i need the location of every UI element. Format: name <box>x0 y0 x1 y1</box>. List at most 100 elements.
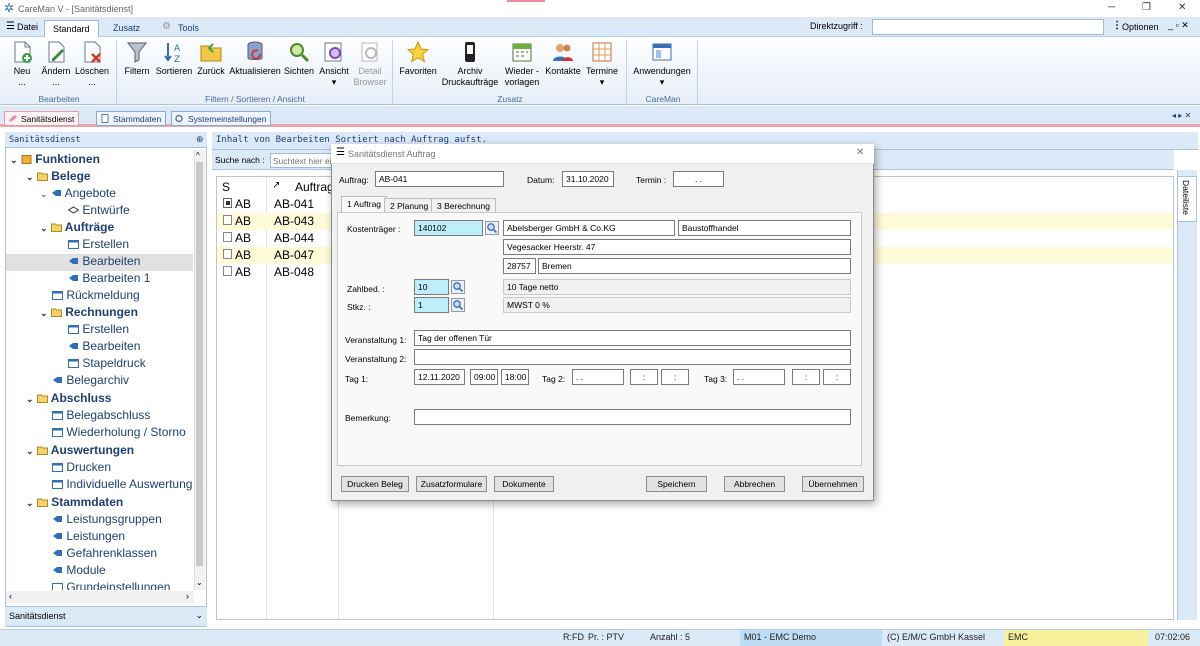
termin-field[interactable]: . . <box>673 171 724 187</box>
tree-node-stammdaten[interactable]: ⌄ Stammdaten <box>26 495 123 509</box>
zurueck-button[interactable]: Zurück <box>194 40 228 77</box>
pin-icon[interactable]: ⊕ <box>196 134 204 145</box>
tree-node-abschluss[interactable]: ⌄ Abschluss <box>26 391 111 405</box>
navigation-panel-footer[interactable]: Sanitätsdienst ⌄ <box>5 606 207 626</box>
tree-node-stapeldruck[interactable]: Stapeldruck <box>68 356 146 370</box>
direktzugriff-input[interactable] <box>872 19 1104 35</box>
minimize-icon[interactable]: ─ <box>1108 2 1115 13</box>
tab-scroll-arrows-icon[interactable]: ◂ ▸ ✕ <box>1172 111 1191 120</box>
tree-node-funktionen[interactable]: ⌄ Funktionen <box>10 152 100 166</box>
doc-tab-systemeinstellungen[interactable]: Systemeinstellungen <box>171 111 272 126</box>
neu-button[interactable]: Neu... <box>6 40 38 88</box>
anwendungen-button[interactable]: Anwendungen ▾ <box>630 40 694 88</box>
tab-berechnung[interactable]: 3 Berechnung <box>431 198 496 213</box>
loeschen-button[interactable]: Löschen... <box>74 40 110 88</box>
tag2-date-field[interactable]: . . <box>572 369 624 385</box>
detail-browser-button[interactable]: Detail Browser <box>352 40 388 88</box>
kontakte-button[interactable]: Kontakte <box>543 40 583 77</box>
tree-node-leistungsgruppen[interactable]: Leistungsgruppen <box>52 512 162 526</box>
tab-standard[interactable]: Standard <box>44 20 99 37</box>
abbrechen-button[interactable]: Abbrechen <box>724 476 785 492</box>
close-icon[interactable]: ✕ <box>1178 2 1186 13</box>
tree-node-individuelle-auswertung[interactable]: Individuelle Auswertung <box>52 477 192 491</box>
auftrag-field[interactable]: AB-041 <box>375 171 504 187</box>
scroll-right-icon[interactable]: › <box>186 591 189 601</box>
tree-node-grundeinstellungen[interactable]: Grundeinstellungen <box>52 580 170 590</box>
ansicht-button[interactable]: Ansicht ▾ <box>316 40 352 88</box>
tab-auftrag[interactable]: 1 Auftrag <box>341 196 388 213</box>
favoriten-button[interactable]: Favoriten <box>396 40 440 77</box>
tree-node-belegabschluss[interactable]: Belegabschluss <box>52 408 150 422</box>
tree-node-angebote[interactable]: ⌄ Angebote <box>40 186 116 200</box>
tree-node-rueckmeldung[interactable]: Rückmeldung <box>52 288 140 302</box>
uebernehmen-button[interactable]: Übernehmen <box>802 476 864 492</box>
kunde-strasse-field[interactable]: Vegesacker Heerstr. 47 <box>503 239 851 255</box>
speichern-button[interactable]: Speichern <box>646 476 707 492</box>
termine-button[interactable]: Termine ▾ <box>583 40 621 88</box>
dateiliste-tab[interactable]: Dateiliste <box>1177 176 1197 222</box>
tag1-date-field[interactable]: 12.11.2020 <box>414 369 465 385</box>
tree-node-module[interactable]: Module <box>52 563 106 577</box>
stkz-search-icon[interactable] <box>451 298 465 312</box>
kostentraeger-field[interactable]: 140102 <box>414 220 483 236</box>
doc-tab-stammdaten[interactable]: Stammdaten <box>96 111 167 126</box>
kunde-name-field[interactable]: Abelsberger GmbH & Co.KG <box>503 220 675 236</box>
tree-node-rechnungen-bearbeiten[interactable]: Bearbeiten <box>68 339 140 353</box>
zusatzformulare-button[interactable]: Zusatzformulare <box>416 476 487 492</box>
column-header-s[interactable]: S <box>222 180 230 194</box>
scroll-left-icon[interactable]: ‹ <box>9 591 12 601</box>
tree-node-rechnungen[interactable]: ⌄ Rechnungen <box>40 305 138 319</box>
doc-tab-sanitaetsdienst[interactable]: Sanitätsdienst <box>4 111 80 126</box>
menu-datei[interactable]: Datei <box>17 22 38 32</box>
drucken-beleg-button[interactable]: Drucken Beleg <box>341 476 409 492</box>
tree-node-auftraege-bearbeiten[interactable]: Bearbeiten <box>68 254 140 268</box>
tree-node-wiederholung-storno[interactable]: Wiederholung / Storno <box>52 425 186 439</box>
tree-node-entwuerfe[interactable]: Entwürfe <box>68 203 130 217</box>
tree-hscrollbar[interactable] <box>6 591 194 603</box>
sichten-button[interactable]: Sichten <box>282 40 316 77</box>
veranstaltung2-field[interactable] <box>414 349 851 365</box>
tag3-to-field[interactable]: : <box>823 369 851 385</box>
sortieren-button[interactable]: AZ Sortieren <box>154 40 194 77</box>
tag1-to-field[interactable]: 18:00 <box>501 369 529 385</box>
filtern-button[interactable]: Filtern <box>120 40 154 77</box>
kunde-plz-field[interactable]: 28757 <box>503 258 536 274</box>
scroll-up-icon[interactable]: ^ <box>196 151 200 160</box>
hamburger-icon[interactable]: ☰ <box>6 21 15 32</box>
scroll-down-icon[interactable]: ⌄ <box>196 578 203 587</box>
tree-node-belege[interactable]: ⌄ Belege <box>26 169 91 183</box>
dialog-menu-icon[interactable]: ☰ <box>336 147 345 158</box>
tree-node-auftraege-bearbeiten-1[interactable]: Bearbeiten 1 <box>68 271 150 285</box>
stkz-field[interactable]: 1 <box>414 297 449 313</box>
tree-scrollbar-thumb[interactable] <box>196 162 203 566</box>
tab-zusatz[interactable]: Zusatz <box>105 20 148 37</box>
datum-field[interactable]: 31.10.2020 <box>562 171 614 187</box>
bemerkung-field[interactable] <box>414 409 851 425</box>
veranstaltung1-field[interactable]: Tag der offenen Tür <box>414 330 851 346</box>
aendern-button[interactable]: Ändern... <box>38 40 74 88</box>
tree-node-auswertungen[interactable]: ⌄ Auswertungen <box>26 443 134 457</box>
wiedervorlagen-button[interactable]: Wieder - vorlagen <box>500 40 544 88</box>
restore-icon[interactable]: ❐ <box>1142 2 1151 13</box>
mdi-window-controls[interactable]: _ ▫ ✕ <box>1168 20 1189 31</box>
tree-node-belegarchiv[interactable]: Belegarchiv <box>52 373 129 387</box>
zahlbed-field[interactable]: 10 <box>414 279 449 295</box>
search-input[interactable] <box>270 153 334 168</box>
tree-node-rechnungen-erstellen[interactable]: Erstellen <box>68 322 129 336</box>
tag3-from-field[interactable]: : <box>792 369 820 385</box>
column-header-auftrag[interactable]: Auftrag <box>295 180 334 194</box>
tag2-to-field[interactable]: : <box>661 369 689 385</box>
tab-planung[interactable]: 2 Planung <box>384 198 435 213</box>
kunde-branche-field[interactable]: Baustoffhandel <box>678 220 851 236</box>
dokumente-button[interactable]: Dokumente <box>494 476 554 492</box>
tag3-date-field[interactable]: . . <box>733 369 785 385</box>
kostentraeger-search-icon[interactable] <box>485 221 499 235</box>
tree-node-drucken[interactable]: Drucken <box>52 460 111 474</box>
tree-node-gefahrenklassen[interactable]: Gefahrenklassen <box>52 546 157 560</box>
tree-node-auftraege[interactable]: ⌄ Aufträge <box>40 220 114 234</box>
optionen-menu[interactable]: Optionen <box>1122 22 1159 32</box>
tag1-from-field[interactable]: 09:00 <box>470 369 498 385</box>
archiv-button[interactable]: Archiv Druckaufträge <box>440 40 500 88</box>
kunde-ort-field[interactable]: Bremen <box>538 258 851 274</box>
tab-tools[interactable]: Tools <box>170 20 207 37</box>
